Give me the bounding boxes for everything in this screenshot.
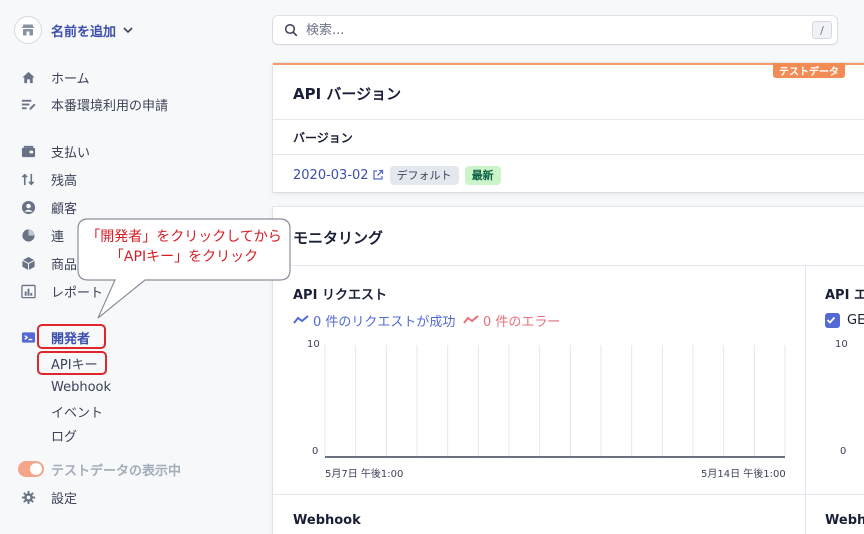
sidebar-subitem-logs[interactable]: ログ	[51, 425, 77, 445]
api-version-card: テストデータ API バージョン バージョン 2020-03-02 デフォルト …	[273, 63, 864, 192]
sidebar-item-products[interactable]: 商品	[20, 252, 77, 274]
callout-text: 「開発者」をクリックしてから 「APIキー」をクリック	[80, 227, 288, 267]
test-data-badge: テストデータ	[773, 63, 845, 78]
sidebar-subitem-webhook[interactable]: Webhook	[51, 377, 111, 397]
terminal-icon	[20, 329, 36, 345]
highlight-api-keys	[37, 351, 107, 375]
sidebar-item-label: ホーム	[51, 71, 90, 87]
monitoring-title: モニタリング	[293, 229, 384, 247]
api-version-title: API バージョン	[293, 85, 402, 103]
pie-icon	[20, 227, 36, 243]
error-legend-label: 0 件のエラー	[483, 314, 561, 330]
test-data-toggle-row[interactable]: テストデータの表示中	[18, 459, 181, 479]
wallet-icon	[20, 143, 36, 159]
success-legend[interactable]: 0 件のリクエストが成功	[293, 311, 456, 330]
sidebar-item-label: 設定	[51, 491, 78, 507]
store-icon	[14, 16, 42, 44]
search-icon	[284, 23, 298, 37]
box-icon	[20, 255, 36, 271]
trend-line-icon	[463, 315, 479, 324]
checkbox-checked-icon[interactable]	[825, 312, 840, 328]
external-link-icon	[372, 169, 383, 180]
version-row: 2020-03-02 デフォルト 最新	[293, 165, 501, 185]
sidebar-item-label: 顧客	[51, 201, 78, 217]
latest-tag: 最新	[464, 165, 501, 185]
success-legend-label: 0 件のリクエストが成功	[313, 314, 456, 330]
version-link[interactable]: 2020-03-02	[293, 168, 384, 183]
version-link-text: 2020-03-02	[293, 167, 369, 183]
method-filter-label: GE	[847, 312, 864, 328]
api-requests-title: API リクエスト	[293, 288, 387, 303]
webhook-right-title: Webho	[825, 513, 864, 528]
test-data-toggle[interactable]	[18, 461, 44, 477]
sidebar-item-activation[interactable]: 本番環境利用の申請	[20, 93, 168, 115]
chart-plot	[324, 345, 786, 458]
default-tag: デフォルト	[389, 165, 459, 185]
bar-chart-icon	[20, 283, 36, 299]
sidebar-item-customers[interactable]: 顧客	[20, 196, 77, 218]
transfer-icon	[20, 171, 36, 187]
api-errors-title: API エ	[825, 288, 864, 303]
x-tick-label: 5月7日 午後1:00	[325, 469, 404, 480]
callout-line: 「APIキー」をクリック	[109, 249, 259, 265]
api-requests-chart: 10 0 5月7日 午後1:00 5月14日 午後1:00	[293, 335, 793, 485]
version-column-header: バージョン	[293, 131, 353, 145]
sidebar-item-balances[interactable]: 残高	[20, 168, 77, 190]
sidebar-item-label: 本番環境利用の申請	[51, 98, 169, 114]
sidebar-item-settings[interactable]: 設定	[20, 486, 77, 508]
sidebar: 名前を追加 ホーム 本番環境利用の申請 支払い 残高 顧客 連 商品 レポート …	[0, 0, 272, 534]
divider	[273, 265, 864, 266]
account-name: 名前を追加	[51, 24, 117, 40]
divider	[273, 494, 864, 495]
x-tick-label: 5月14日 午後1:00	[701, 469, 786, 480]
sidebar-item-connect[interactable]: 連	[20, 224, 64, 246]
account-switcher[interactable]: 名前を追加	[14, 16, 134, 44]
sidebar-item-payments[interactable]: 支払い	[20, 140, 90, 162]
sidebar-item-label: 支払い	[51, 145, 91, 161]
sidebar-item-reports[interactable]: レポート	[20, 280, 103, 302]
highlight-developers	[37, 324, 106, 349]
sidebar-item-home[interactable]: ホーム	[20, 66, 90, 88]
edit-list-icon	[20, 96, 36, 112]
search-input[interactable]	[306, 22, 812, 38]
y-tick-label: 0	[840, 446, 847, 457]
sidebar-item-label: 商品	[51, 257, 78, 273]
divider	[273, 119, 864, 120]
person-icon	[20, 199, 36, 215]
trend-line-icon	[293, 315, 309, 324]
home-icon	[20, 69, 36, 85]
sidebar-subitem-events[interactable]: イベント	[51, 401, 103, 421]
test-data-toggle-label: テストデータの表示中	[51, 463, 182, 479]
gear-icon	[20, 489, 36, 505]
webhook-title: Webhook	[293, 513, 361, 528]
callout-line: 「開発者」をクリックしてから	[86, 229, 282, 245]
sidebar-item-label: 残高	[51, 173, 78, 189]
method-filter[interactable]: GE	[825, 311, 864, 329]
error-legend[interactable]: 0 件のエラー	[463, 311, 561, 330]
sidebar-item-label: レポート	[51, 285, 104, 301]
divider	[273, 154, 864, 155]
sidebar-item-label: 連	[51, 229, 65, 245]
monitoring-card: モニタリング API リクエスト 0 件のリクエストが成功 0 件のエラー 10…	[273, 207, 864, 534]
y-tick-label: 10	[835, 339, 848, 350]
chevron-down-icon	[123, 27, 133, 34]
search-bar[interactable]: /	[273, 16, 837, 44]
search-shortcut-key: /	[812, 21, 832, 39]
